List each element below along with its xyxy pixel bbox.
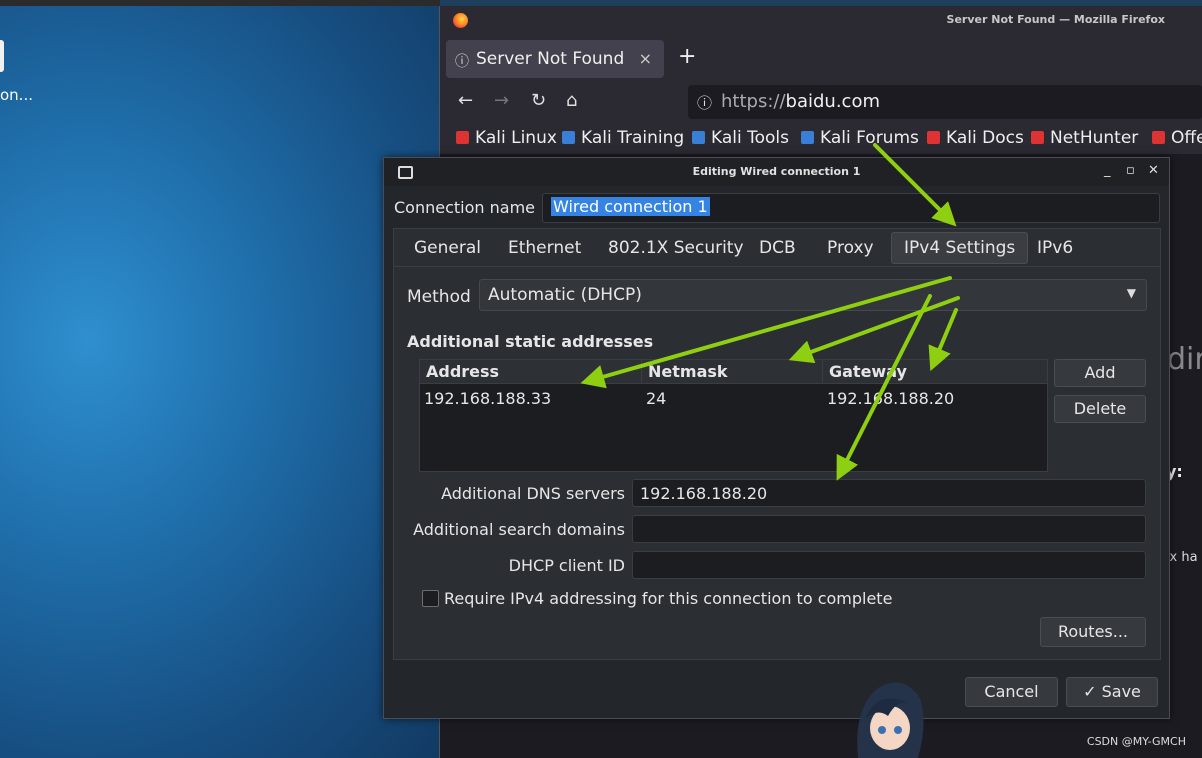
minimize-icon[interactable]: _ [1104, 163, 1111, 178]
offsec-icon [1152, 131, 1165, 144]
kali-training-icon [562, 131, 575, 144]
routes-button[interactable]: Routes... [1040, 617, 1146, 647]
new-tab-icon[interactable]: + [678, 44, 696, 69]
checkmark-icon: ✓ [1083, 682, 1102, 701]
browser-tab-title: Server Not Found [476, 49, 625, 69]
maximize-icon[interactable]: ▫ [1126, 163, 1135, 178]
tab-general[interactable]: General [402, 233, 493, 263]
addresses-table[interactable]: Address Netmask Gateway 192.168.188.33 2… [419, 359, 1048, 472]
desktop-background [0, 0, 440, 758]
watermark: CSDN @MY-GMCH [1086, 735, 1186, 748]
bookmark-kali-tools[interactable]: Kali Tools [692, 128, 789, 148]
column-address[interactable]: Address [420, 360, 642, 384]
chevron-down-icon: ▼ [1126, 286, 1136, 300]
dns-label: Additional DNS servers [441, 484, 625, 503]
column-gateway[interactable]: Gateway [823, 360, 1047, 384]
dhcp-client-id-input[interactable] [632, 551, 1146, 579]
url-text[interactable]: https://baidu.com [721, 91, 880, 112]
firefox-tabbar: ⓘ Server Not Found × + [440, 36, 1202, 80]
require-ipv4-label[interactable]: Require IPv4 addressing for this connect… [444, 589, 892, 608]
tab-ipv4-settings[interactable]: IPv4 Settings [891, 232, 1029, 264]
tab-proxy[interactable]: Proxy [815, 233, 886, 263]
back-arrow-icon[interactable]: ← [458, 90, 473, 111]
firefox-logo-icon [453, 13, 468, 28]
gateway-cell[interactable]: 192.168.188.20 [823, 389, 954, 408]
kali-tools-icon [692, 131, 705, 144]
dns-input[interactable]: 192.168.188.20 [632, 479, 1146, 507]
dhcp-client-id-label: DHCP client ID [508, 556, 625, 575]
close-icon[interactable]: ✕ [1148, 163, 1159, 178]
tab-dcb[interactable]: DCB [747, 233, 808, 263]
delete-button[interactable]: Delete [1054, 395, 1146, 423]
method-value: Automatic (DHCP) [488, 285, 642, 305]
forward-arrow-icon[interactable]: → [494, 90, 509, 111]
desktop-icon-label[interactable]: on... [0, 86, 33, 104]
bookmark-kali-forums[interactable]: Kali Forums [801, 128, 919, 148]
save-button[interactable]: ✓ Save [1066, 677, 1158, 707]
bookmarks-toolbar: Kali Linux Kali Training Kali Tools Kali… [440, 124, 1202, 154]
bookmark-kali-linux[interactable]: Kali Linux [456, 128, 557, 148]
ipv4-settings-pane: Method Automatic (DHCP) ▼ Additional sta… [393, 266, 1161, 660]
search-domains-input[interactable] [632, 515, 1146, 543]
browser-tab[interactable]: ⓘ Server Not Found × [446, 40, 664, 78]
search-domains-label: Additional search domains [413, 520, 625, 539]
address-cell[interactable]: 192.168.188.33 [420, 389, 551, 408]
nethunter-icon [1031, 131, 1044, 144]
site-info-icon[interactable]: ⓘ [697, 92, 712, 113]
method-label: Method [407, 287, 471, 307]
desktop-file-icon[interactable] [0, 40, 4, 72]
dns-value: 192.168.188.20 [640, 484, 768, 503]
url-bar[interactable]: ⓘ https://baidu.com [688, 85, 1202, 119]
firefox-window-title: Server Not Found — Mozilla Firefox [946, 13, 1165, 26]
add-button[interactable]: Add [1054, 359, 1146, 387]
page-heading-fragment: dir [1167, 342, 1202, 377]
kali-docs-icon [927, 131, 940, 144]
bookmark-kali-docs[interactable]: Kali Docs [927, 128, 1024, 148]
bookmark-kali-training[interactable]: Kali Training [562, 128, 684, 148]
static-addresses-heading: Additional static addresses [407, 332, 654, 351]
dialog-titlebar: Editing Wired connection 1 _ ▫ ✕ [384, 158, 1169, 186]
firefox-titlebar: Server Not Found — Mozilla Firefox [440, 6, 1202, 36]
netmask-cell[interactable]: 24 [642, 389, 666, 408]
firefox-navbar: ← → ↻ ⌂ ⓘ https://baidu.com [440, 80, 1202, 124]
settings-tabs: General Ethernet 802.1X Security DCB Pro… [393, 228, 1161, 288]
info-icon: ⓘ [455, 54, 469, 70]
column-netmask[interactable]: Netmask [642, 360, 823, 384]
tab-8021x-security[interactable]: 802.1X Security [596, 233, 756, 263]
kali-forums-icon [801, 131, 814, 144]
home-icon[interactable]: ⌂ [566, 90, 577, 111]
save-button-label: Save [1101, 682, 1141, 701]
dialog-title: Editing Wired connection 1 [692, 165, 861, 178]
connection-name-input[interactable]: Wired connection 1 [542, 193, 1160, 223]
method-select[interactable]: Automatic (DHCP) ▼ [479, 279, 1147, 311]
desktop-top-panel [0, 0, 440, 6]
tab-ipv6-settings[interactable]: IPv6 Settings [1025, 233, 1160, 288]
bookmark-nethunter[interactable]: NetHunter [1031, 128, 1138, 148]
bookmark-offensive[interactable]: Offen [1152, 128, 1202, 148]
kali-icon [456, 131, 469, 144]
connection-name-label: Connection name [394, 198, 535, 217]
reload-icon[interactable]: ↻ [531, 90, 546, 111]
edit-connection-dialog: Editing Wired connection 1 _ ▫ ✕ Connect… [383, 157, 1170, 719]
anime-character-sticker [857, 682, 924, 758]
close-tab-icon[interactable]: × [639, 49, 652, 68]
cancel-button[interactable]: Cancel [965, 677, 1058, 707]
require-ipv4-checkbox[interactable] [422, 590, 439, 607]
tab-ethernet[interactable]: Ethernet [496, 233, 593, 263]
connection-name-value[interactable]: Wired connection 1 [551, 197, 710, 216]
